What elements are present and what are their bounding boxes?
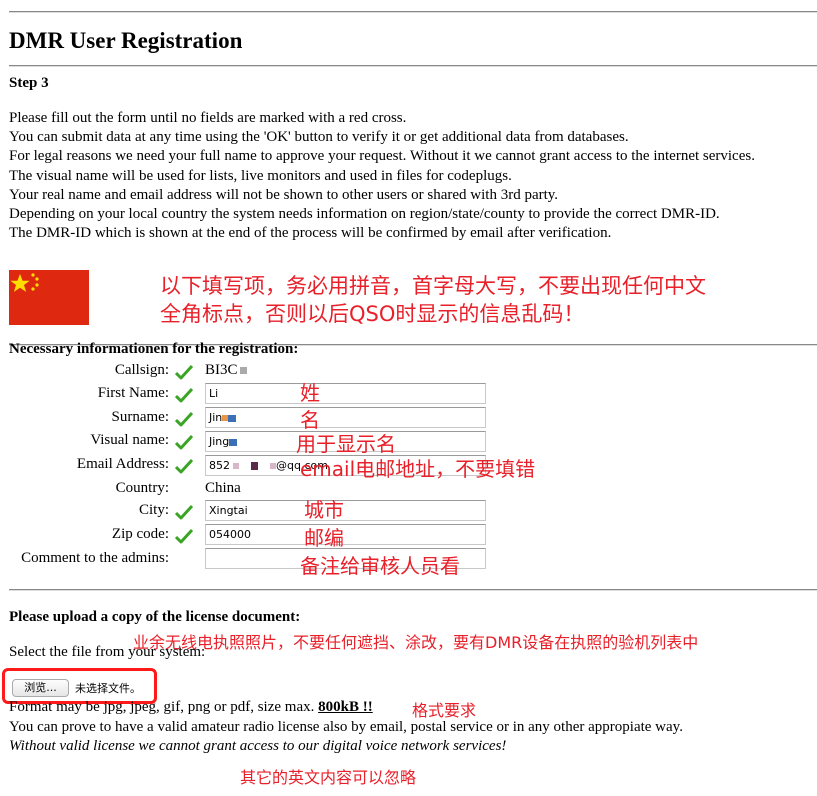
first-name-label: First Name: — [97, 385, 169, 401]
step-heading: Step 3 — [9, 75, 49, 91]
privacy-mask — [229, 438, 238, 446]
zip-input[interactable]: 054000 — [205, 524, 486, 545]
privacy-mask — [239, 367, 247, 375]
file-status: 未选择文件。 — [75, 682, 141, 695]
ignore-annotation: 其它的英文内容可以忽略 — [240, 768, 417, 787]
china-flag-icon — [9, 270, 89, 325]
first-name-annotation: 姓 — [300, 381, 320, 405]
comment-annotation: 备注给审核人员看 — [300, 554, 460, 578]
upload-annotation: 业余无线电执照照片，不要任何遮挡、涂改，要有DMR设备在执照的验机列表中 — [133, 633, 699, 652]
pinyin-instruction: 以下填写项，务必用拼音，首字母大写，不要出现任何中文 全角标点，否则以后QSO时… — [160, 272, 810, 328]
select-file-prompt: Select the file from your system: — [9, 644, 206, 660]
instruction-line: 全角标点，否则以后QSO时显示的信息乱码！ — [160, 302, 585, 326]
visual-name-label: Visual name: — [90, 432, 169, 448]
upload-section-title: Please upload a copy of the license docu… — [9, 609, 301, 625]
surname-input[interactable]: Jin — [205, 407, 486, 428]
surname-text: Jin — [209, 411, 223, 424]
zip-annotation: 邮编 — [304, 526, 344, 550]
valid-check-icon — [175, 458, 193, 474]
title-divider — [9, 65, 817, 67]
valid-check-icon — [175, 504, 193, 520]
intro-line: The DMR-ID which is shown at the end of … — [9, 225, 612, 242]
callsign-text: BI3C — [205, 362, 238, 378]
format-annotation: 格式要求 — [412, 701, 477, 720]
zip-label: Zip code: — [111, 526, 169, 542]
alt-proof-text: You can prove to have a valid amateur ra… — [9, 719, 683, 735]
privacy-mask — [233, 463, 239, 469]
intro-line: The visual name will be used for lists, … — [9, 167, 512, 184]
max-size: 800kB !! — [318, 699, 373, 715]
valid-check-icon — [175, 411, 193, 427]
format-text-line: Format may be jpg, jpeg, gif, png or pdf… — [9, 699, 373, 716]
upload-divider — [9, 589, 817, 591]
surname-label: Surname: — [111, 409, 170, 425]
intro-line: Please fill out the form until no fields… — [9, 110, 407, 126]
country-value: China — [205, 480, 241, 496]
privacy-mask — [251, 462, 258, 470]
intro-line: For legal reasons we need your full name… — [9, 148, 755, 165]
valid-check-icon — [175, 364, 193, 380]
page-title: DMR User Registration — [9, 28, 243, 53]
city-annotation: 城市 — [304, 498, 344, 522]
valid-check-icon — [175, 528, 193, 544]
email-label: Email Address: — [76, 456, 169, 472]
privacy-mask — [228, 414, 237, 422]
instruction-line: 以下填写项，务必用拼音，首字母大写，不要出现任何中文 — [160, 274, 706, 298]
intro-text: Please fill out the form until no fields… — [9, 109, 755, 243]
format-text: Format may be jpg, jpeg, gif, png or pdf… — [9, 699, 315, 715]
visual-name-text: Jing — [209, 435, 230, 448]
browse-button[interactable]: 浏览... — [12, 679, 69, 697]
callsign-value: BI3C — [205, 362, 247, 379]
callsign-label: Callsign: — [114, 362, 169, 378]
intro-line: Your real name and email address will no… — [9, 186, 559, 203]
form-section-title: Necessary informationen for the registra… — [9, 341, 299, 357]
email-text: 852 — [209, 459, 230, 472]
valid-check-icon — [175, 387, 193, 403]
city-label: City: — [138, 502, 169, 518]
license-warning: Without valid license we cannot grant ac… — [9, 738, 507, 754]
comment-label: Comment to the admins: — [21, 550, 169, 566]
city-input[interactable]: Xingtai — [205, 500, 486, 521]
valid-check-icon — [175, 434, 193, 450]
top-divider — [9, 11, 817, 13]
intro-line: Depending on your local country the syst… — [9, 206, 720, 223]
email-annotation: email电邮地址，不要填错 — [300, 457, 536, 481]
intro-line: You can submit data at any time using th… — [9, 129, 629, 146]
first-name-input[interactable]: Li — [205, 383, 486, 404]
country-label: Country: — [115, 480, 169, 496]
